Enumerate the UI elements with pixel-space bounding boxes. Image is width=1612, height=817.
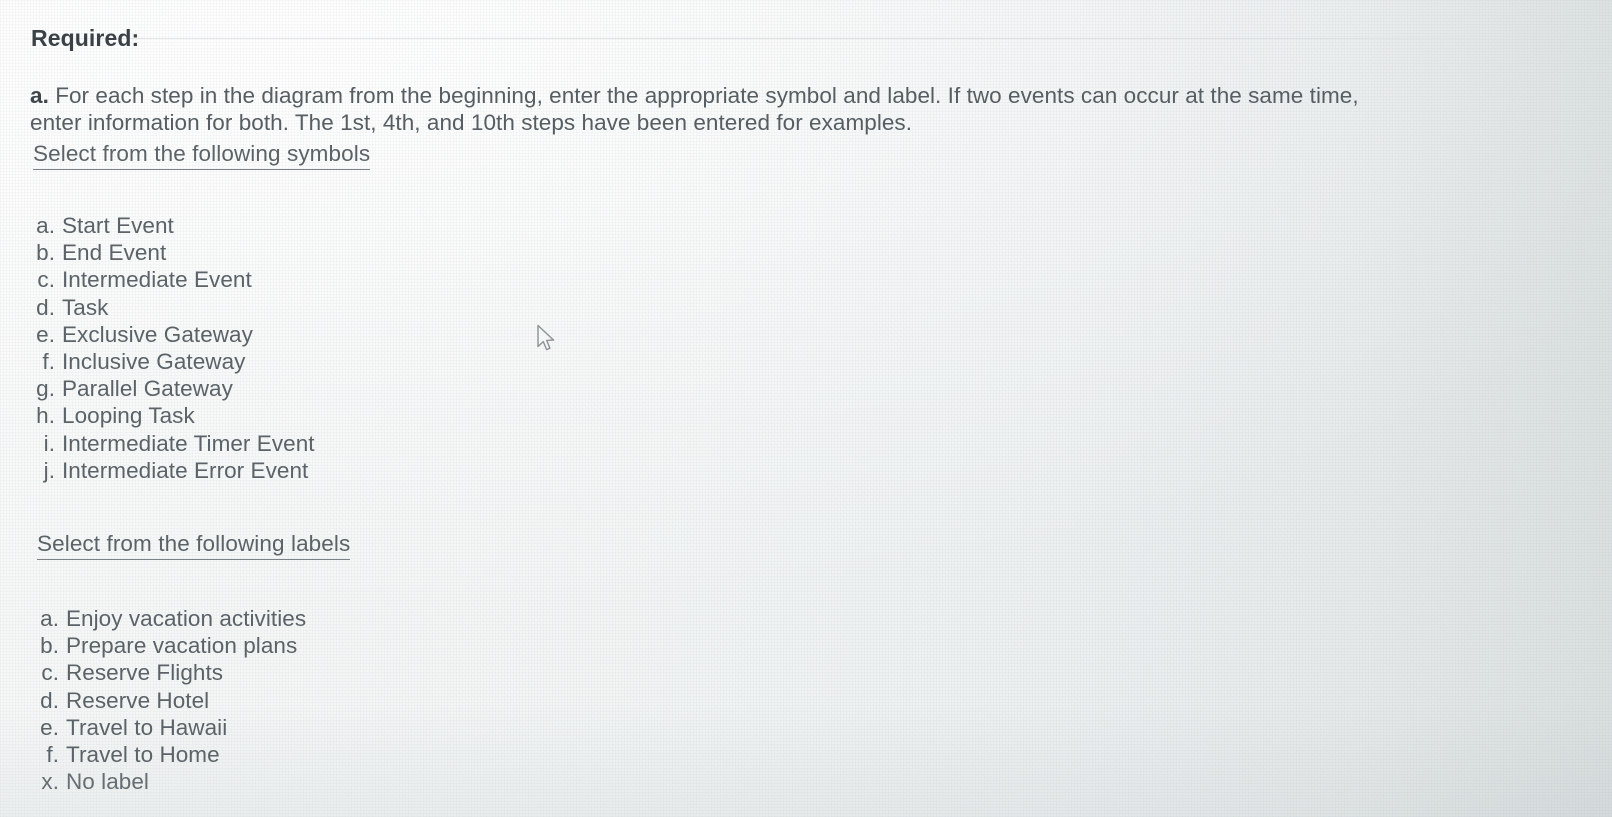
section-divider-rule — [0, 38, 1500, 39]
list-item-label: No label — [66, 769, 149, 795]
list-item: f. Travel to Home — [37, 742, 306, 769]
list-item: d. Task — [33, 295, 315, 322]
list-item: b. Prepare vacation plans — [37, 633, 306, 660]
list-item-letter: c. — [37, 267, 55, 293]
list-item-letter: i. — [43, 430, 55, 456]
instruction-body: For each step in the diagram from the be… — [30, 82, 1359, 135]
instruction-paragraph: a. For each step in the diagram from the… — [30, 82, 1400, 136]
labels-section-heading: Select from the following labels — [37, 531, 351, 560]
list-item-label: Start Event — [62, 213, 174, 238]
list-item: g. Parallel Gateway — [33, 376, 315, 403]
symbols-section-heading: Select from the following symbols — [33, 141, 371, 170]
list-item: c. Reserve Flights — [37, 660, 306, 687]
list-item-letter: j. — [43, 457, 55, 483]
list-item-label: Enjoy vacation activities — [66, 606, 307, 631]
list-item: x. No label — [37, 769, 306, 796]
list-item-letter: b. — [40, 633, 59, 659]
list-item: j. Intermediate Error Event — [33, 458, 315, 485]
instruction-marker: a. — [30, 82, 49, 108]
symbols-choice-list: a. Start Event b. End Event c. Intermedi… — [33, 213, 315, 485]
list-item-label: Intermediate Timer Event — [62, 430, 315, 456]
list-item: h. Looping Task — [33, 403, 315, 430]
arrow-cursor-icon — [537, 324, 555, 351]
list-item-label: Intermediate Event — [62, 267, 252, 293]
list-item: a. Start Event — [33, 213, 315, 240]
list-item-letter: e. — [36, 321, 55, 347]
page-title: Required: — [31, 25, 140, 51]
list-item-label: Parallel Gateway — [62, 376, 233, 402]
list-item-label: End Event — [62, 240, 167, 266]
list-item-label: Exclusive Gateway — [62, 321, 253, 347]
list-item: d. Reserve Hotel — [37, 688, 306, 715]
list-item-letter: e. — [40, 714, 59, 740]
list-item-letter: f. — [42, 348, 55, 374]
list-item: i. Intermediate Timer Event — [33, 431, 315, 458]
list-item-label: Looping Task — [62, 403, 195, 429]
list-item-label: Inclusive Gateway — [62, 348, 246, 374]
list-item-letter: h. — [36, 403, 55, 429]
list-item-letter: d. — [36, 294, 55, 320]
list-item-letter: a. — [40, 606, 59, 631]
list-item-label: Travel to Home — [66, 741, 220, 767]
list-item: c. Intermediate Event — [33, 267, 315, 294]
list-item: f. Inclusive Gateway — [33, 349, 315, 376]
list-item: a. Enjoy vacation activities — [37, 606, 306, 633]
list-item: b. End Event — [33, 240, 315, 267]
list-item-label: Travel to Hawaii — [66, 714, 228, 740]
list-item-letter: a. — [36, 213, 55, 238]
list-item-letter: c. — [41, 660, 59, 686]
list-item: e. Exclusive Gateway — [33, 322, 315, 349]
list-item-letter: g. — [36, 376, 55, 402]
labels-choice-list: a. Enjoy vacation activities b. Prepare … — [37, 606, 306, 796]
list-item-label: Prepare vacation plans — [66, 633, 298, 659]
list-item: e. Travel to Hawaii — [37, 715, 306, 742]
list-item-label: Intermediate Error Event — [62, 457, 309, 483]
list-item-label: Task — [62, 294, 109, 320]
list-item-letter: x. — [41, 769, 59, 795]
list-item-label: Reserve Flights — [66, 660, 224, 686]
list-item-letter: b. — [36, 240, 55, 266]
list-item-letter: d. — [40, 687, 59, 713]
list-item-letter: f. — [46, 741, 59, 767]
list-item-label: Reserve Hotel — [66, 687, 210, 713]
document-page: Required: a. For each step in the diagra… — [0, 0, 1612, 817]
